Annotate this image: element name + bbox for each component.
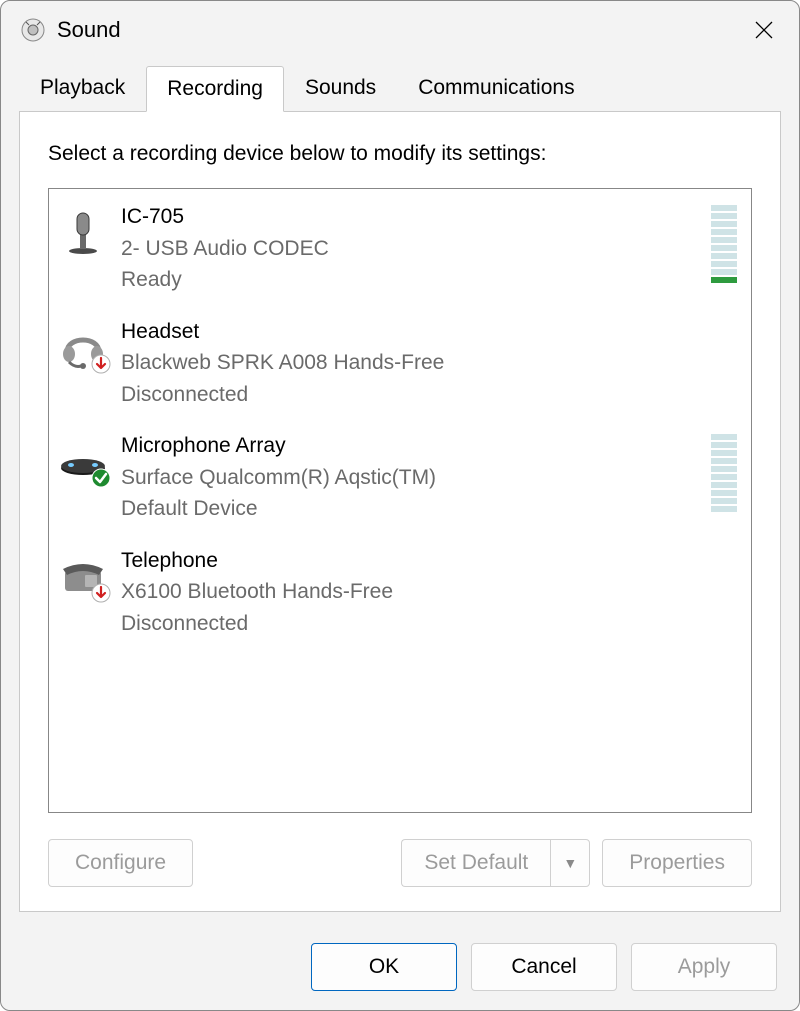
device-name: Microphone Array (121, 430, 707, 462)
tab-communications[interactable]: Communications (397, 65, 595, 111)
set-default-split-button[interactable]: Set Default ▼ (401, 839, 590, 887)
sound-icon (21, 18, 45, 42)
device-item[interactable]: Telephone X6100 Bluetooth Hands-Free Dis… (49, 533, 751, 648)
headset-icon (59, 322, 107, 370)
device-name: Telephone (121, 545, 741, 577)
device-desc: 2- USB Audio CODEC (121, 233, 707, 265)
device-desc: Surface Qualcomm(R) Aqstic(TM) (121, 462, 707, 494)
device-list[interactable]: IC-705 2- USB Audio CODEC Ready (48, 188, 752, 813)
tab-recording[interactable]: Recording (146, 66, 284, 112)
device-desc: X6100 Bluetooth Hands-Free (121, 576, 741, 608)
window-title: Sound (57, 17, 729, 43)
titlebar: Sound (1, 1, 799, 59)
tab-sounds[interactable]: Sounds (284, 65, 397, 111)
sound-dialog: Sound Playback Recording Sounds Communic… (0, 0, 800, 1011)
disconnected-badge-icon (91, 354, 111, 374)
telephone-icon (59, 551, 107, 599)
tab-panel-recording: Select a recording device below to modif… (19, 111, 781, 912)
default-badge-icon (91, 468, 111, 488)
disconnected-badge-icon (91, 583, 111, 603)
ok-button[interactable]: OK (311, 943, 457, 991)
close-icon (755, 21, 773, 39)
level-meter (711, 434, 737, 512)
tab-playback[interactable]: Playback (19, 65, 146, 111)
device-item[interactable]: Microphone Array Surface Qualcomm(R) Aqs… (49, 418, 751, 533)
microphone-icon (59, 207, 107, 255)
configure-button[interactable]: Configure (48, 839, 193, 887)
content-button-row: Configure Set Default ▼ Properties (48, 839, 752, 887)
set-default-dropdown[interactable]: ▼ (550, 839, 590, 887)
device-status: Ready (121, 264, 707, 296)
cancel-button[interactable]: Cancel (471, 943, 617, 991)
dialog-footer: OK Cancel Apply (1, 932, 799, 1010)
apply-button[interactable]: Apply (631, 943, 777, 991)
set-default-button[interactable]: Set Default (401, 839, 550, 887)
tab-strip: Playback Recording Sounds Communications (1, 59, 799, 111)
device-name: Headset (121, 316, 741, 348)
device-item[interactable]: Headset Blackweb SPRK A008 Hands-Free Di… (49, 304, 751, 419)
properties-button[interactable]: Properties (602, 839, 752, 887)
level-meter (711, 205, 737, 283)
device-status: Default Device (121, 493, 707, 525)
device-desc: Blackweb SPRK A008 Hands-Free (121, 347, 741, 379)
device-item[interactable]: IC-705 2- USB Audio CODEC Ready (49, 189, 751, 304)
close-button[interactable] (729, 1, 799, 59)
device-status: Disconnected (121, 379, 741, 411)
chevron-down-icon: ▼ (563, 855, 577, 871)
instruction-text: Select a recording device below to modif… (48, 142, 752, 166)
device-status: Disconnected (121, 608, 741, 640)
device-name: IC-705 (121, 201, 707, 233)
mic-array-icon (59, 436, 107, 484)
